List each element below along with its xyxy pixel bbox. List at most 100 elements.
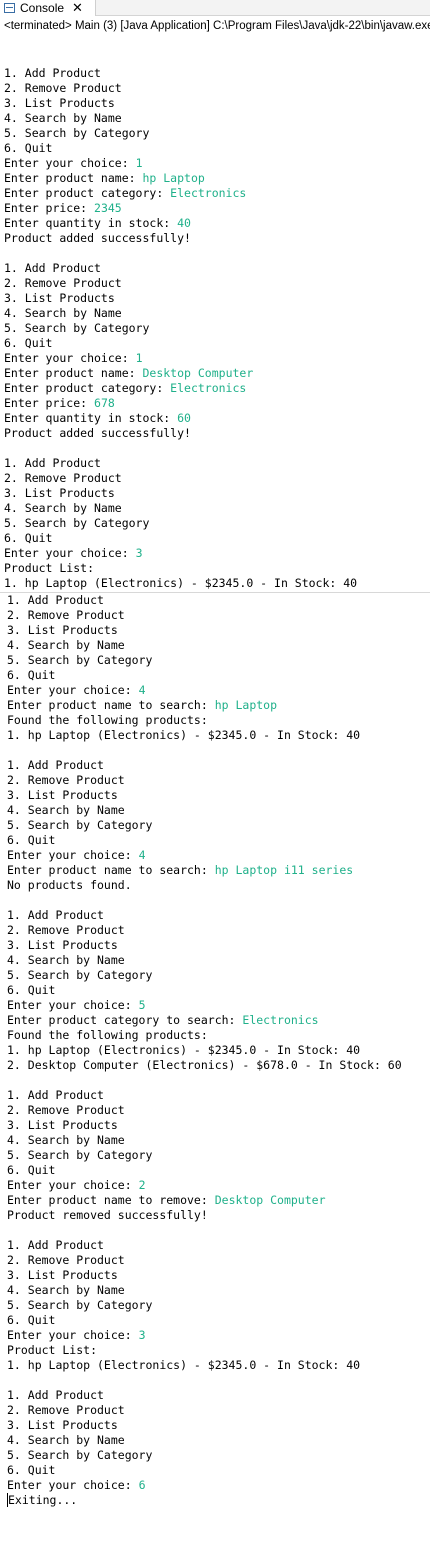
console-output-text: 5. Search by Category <box>7 968 153 982</box>
console-line: 5. Search by Category <box>7 1448 430 1463</box>
console-line: 2. Remove Product <box>7 773 430 788</box>
console-line: 1. Add Product <box>4 66 430 81</box>
console-output-text: 3. List Products <box>7 1268 118 1282</box>
console-output-text: 1. Add Product <box>4 261 101 275</box>
console-output-text: 5. Search by Category <box>7 818 153 832</box>
console-line: Enter your choice: 2 <box>7 1178 430 1193</box>
console-line: Enter quantity in stock: 40 <box>4 216 430 231</box>
console-line: 5. Search by Category <box>4 321 430 336</box>
console-output-text: 6. Quit <box>7 983 56 997</box>
console-output-text: Enter your choice: <box>4 156 136 170</box>
console-user-input: 40 <box>177 216 191 230</box>
close-icon[interactable]: ✕ <box>72 1 83 14</box>
console-line: 2. Remove Product <box>7 1103 430 1118</box>
console-line: Enter your choice: 6 <box>7 1478 430 1493</box>
console-output-text: 3. List Products <box>4 96 115 110</box>
console-line: Enter your choice: 4 <box>7 683 430 698</box>
console-user-input: hp Laptop i11 series <box>214 863 354 877</box>
console-line: Enter product name to remove: Desktop Co… <box>7 1193 430 1208</box>
console-output-text: 4. Search by Name <box>4 111 122 125</box>
console-line: 4. Search by Name <box>4 111 430 126</box>
console-line: 3. List Products <box>4 291 430 306</box>
console-output-text: Enter product category: <box>4 381 171 395</box>
console-output-text: Found the following products: <box>7 713 208 727</box>
console-user-input: Electronics <box>242 1013 319 1027</box>
console-line: Enter your choice: 4 <box>7 848 430 863</box>
console-output-text: 4. Search by Name <box>4 306 122 320</box>
console-icon <box>4 3 15 13</box>
console-output-text: 1. Add Product <box>7 908 104 922</box>
console-output-text: 4. Search by Name <box>7 1433 125 1447</box>
console-line: Product added successfully! <box>4 231 430 246</box>
console-output-text: 2. Remove Product <box>7 773 125 787</box>
console-line: Found the following products: <box>7 1028 430 1043</box>
console-output-text: 3. List Products <box>7 1418 118 1432</box>
console-line: 5. Search by Category <box>7 818 430 833</box>
console-output-text: 5. Search by Category <box>4 321 150 335</box>
console-output-text: 6. Quit <box>7 1313 56 1327</box>
console-output-top[interactable]: 1. Add Product 2. Remove Product 3. List P… <box>0 51 430 592</box>
console-user-input: 2 <box>138 1178 146 1192</box>
console-output-text: 2. Remove Product <box>4 81 122 95</box>
console-line: 5. Search by Category <box>7 1148 430 1163</box>
console-user-input: 4 <box>138 683 146 697</box>
console-output-text: 4. Search by Name <box>7 1133 125 1147</box>
console-line: 1. Add Product <box>7 758 430 773</box>
console-output-text: 3. List Products <box>4 486 115 500</box>
console-output-text: Enter your choice: <box>7 1178 139 1192</box>
console-tab[interactable]: Console ✕ <box>0 0 96 16</box>
console-line: Enter product name to search: hp Laptop <box>7 698 430 713</box>
console-line: 6. Quit <box>4 141 430 156</box>
console-line: 2. Remove Product <box>7 608 430 623</box>
console-line: Product removed successfully! <box>7 1208 430 1223</box>
console-output-text: 6. Quit <box>7 1163 56 1177</box>
console-output-text: 1. Add Product <box>7 1088 104 1102</box>
console-output-text: Product added successfully! <box>4 426 191 440</box>
console-line: 3. List Products <box>7 788 430 803</box>
console-output-text: 5. Search by Category <box>7 1448 153 1462</box>
console-line: 2. Remove Product <box>7 923 430 938</box>
console-output-text: Enter your choice: <box>7 1328 139 1342</box>
console-output-text: Enter product name: <box>4 366 143 380</box>
console-line: Enter price: 678 <box>4 396 430 411</box>
console-line: Enter product name: Desktop Computer <box>4 366 430 381</box>
console-user-input: Desktop Computer <box>214 1193 326 1207</box>
console-output-text: 2. Remove Product <box>7 608 125 622</box>
console-output-text: 6. Quit <box>4 141 53 155</box>
console-line: Enter your choice: 3 <box>4 546 430 561</box>
console-output-text: 2. Remove Product <box>7 1253 125 1267</box>
console-line: 2. Remove Product <box>4 276 430 291</box>
console-output-text: 2. Remove Product <box>4 276 122 290</box>
console-line: 3. List Products <box>7 1118 430 1133</box>
console-line: 6. Quit <box>7 668 430 683</box>
console-line: 4. Search by Name <box>4 306 430 321</box>
console-output-text: 2. Remove Product <box>7 1403 125 1417</box>
console-output-text: Product List: <box>4 561 95 575</box>
view-tab-bar: Console ✕ <box>0 0 430 16</box>
console-output-text: Enter your choice: <box>7 1478 139 1492</box>
console-line: Enter product category: Electronics <box>4 381 430 396</box>
console-user-input: 3 <box>138 1328 146 1342</box>
console-output-bottom[interactable]: 1. Add Product 2. Remove Product 3. List P… <box>0 592 430 1545</box>
console-output-text: 1. hp Laptop (Electronics) - $2345.0 - I… <box>4 576 358 590</box>
console-line: 6. Quit <box>7 833 430 848</box>
console-line: 4. Search by Name <box>7 638 430 653</box>
console-output-text: Enter your choice: <box>4 546 136 560</box>
console-line: Enter your choice: 5 <box>7 998 430 1013</box>
console-output-text: 6. Quit <box>7 1463 56 1477</box>
console-user-input: 3 <box>135 546 143 560</box>
console-line: 5. Search by Category <box>7 1298 430 1313</box>
console-line: 4. Search by Name <box>7 953 430 968</box>
console-output-text: 4. Search by Name <box>7 638 125 652</box>
console-line: Product List: <box>7 1343 430 1358</box>
console-output-text: Product List: <box>7 1343 98 1357</box>
console-user-input: 6 <box>138 1478 146 1492</box>
console-output-text: Enter product name: <box>4 171 143 185</box>
console-line: 4. Search by Name <box>7 1433 430 1448</box>
console-line: 3. List Products <box>7 623 430 638</box>
console-output-text: Enter product name to search: <box>7 698 215 712</box>
console-output-text: 4. Search by Name <box>7 953 125 967</box>
